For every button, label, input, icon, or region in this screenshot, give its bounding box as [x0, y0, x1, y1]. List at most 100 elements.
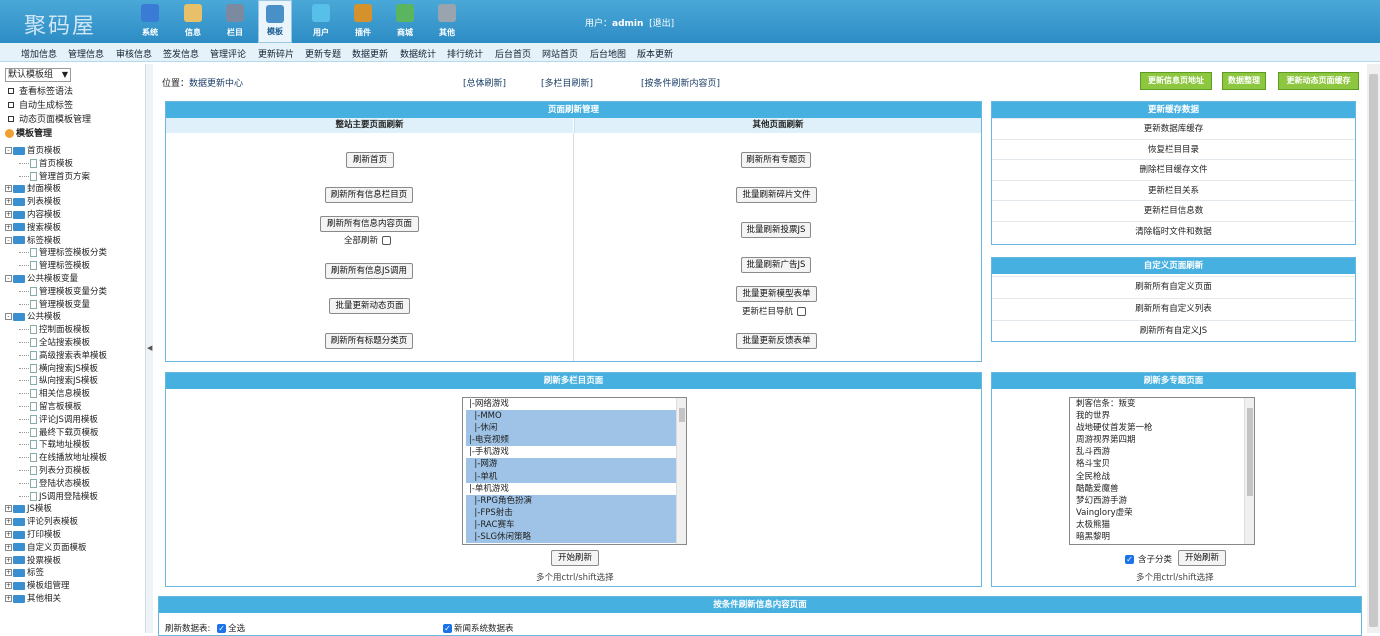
tree-item[interactable]: 全站搜索模板	[19, 336, 90, 348]
update-column-nav-checkbox[interactable]	[797, 307, 807, 316]
listbox-scrollbar[interactable]	[676, 398, 686, 544]
top-nav-3[interactable]: 模板	[258, 0, 292, 43]
tool-tag-syntax[interactable]: 查看标签语法	[8, 84, 73, 97]
column-option[interactable]: |-FPS射击	[466, 506, 686, 519]
batch-refresh-vote-js-button[interactable]: 批量刷新投票JS	[741, 222, 811, 238]
expand-icon[interactable]: +	[5, 531, 12, 538]
page-scrollbar[interactable]	[1367, 64, 1380, 633]
tree-item[interactable]: 纵向搜索JS模板	[19, 374, 98, 386]
batch-update-model-form-button[interactable]: 批量更新模型表单	[736, 286, 817, 302]
tree-item[interactable]: 管理模板变量分类	[19, 285, 107, 297]
menu-item[interactable]: 管理评论	[210, 47, 246, 60]
column-option[interactable]: |-单机	[466, 470, 686, 483]
custom-refresh-action[interactable]: 刷新所有自定义列表	[992, 298, 1355, 319]
column-option[interactable]: |-SLG休闲策略	[466, 531, 686, 544]
menu-item[interactable]: 增加信息	[21, 47, 57, 60]
expand-icon[interactable]: +	[5, 518, 12, 526]
include-sub-checkbox[interactable]: ✓	[1125, 555, 1134, 564]
cache-action[interactable]: 更新栏目关系	[992, 179, 1355, 201]
collapse-icon[interactable]: -	[5, 147, 12, 154]
tree-folder[interactable]: + 其他相关	[5, 592, 61, 604]
topic-option[interactable]: 暗黑黎明	[1073, 531, 1254, 543]
column-option[interactable]: |-RPG角色扮演	[466, 494, 686, 507]
column-listbox[interactable]: |-网络游戏 |-MMO |-休闲 |-电竞视频 |-手机游戏 |-网游 |-单机 |…	[462, 397, 687, 545]
tree-item[interactable]: 管理标签模板	[19, 259, 90, 271]
tree-folder[interactable]: - 首页模板	[5, 144, 61, 156]
refresh-home-button[interactable]: 刷新首页	[346, 152, 394, 168]
expand-icon[interactable]: +	[5, 185, 12, 193]
cache-action[interactable]: 更新栏目信息数	[992, 200, 1355, 221]
logout-link[interactable]: [退出]	[649, 19, 674, 29]
tree-folder[interactable]: + JS模板	[5, 502, 52, 514]
topic-option[interactable]: 我的世界	[1073, 410, 1254, 422]
batch-refresh-fragments-button[interactable]: 批量刷新碎片文件	[736, 187, 817, 203]
column-option[interactable]: |-网络游戏	[466, 398, 686, 410]
menu-item[interactable]: 审核信息	[116, 47, 152, 60]
topic-option[interactable]: 梦幻西游手游	[1073, 495, 1254, 507]
top-nav-2[interactable]: 栏目	[218, 0, 252, 43]
news-table-checkbox[interactable]: ✓	[443, 624, 452, 633]
expand-icon[interactable]: +	[5, 582, 12, 590]
news-table-row[interactable]: ✓ 新闻系统数据表	[443, 622, 514, 634]
topic-option[interactable]: 全民枪战	[1073, 471, 1254, 483]
menu-item[interactable]: 管理信息	[68, 47, 104, 60]
refresh-all-topics-button[interactable]: 刷新所有专题页	[741, 152, 811, 168]
collapse-icon[interactable]: -	[5, 313, 12, 321]
cache-action[interactable]: 清除临时文件和数据	[992, 220, 1355, 242]
custom-refresh-action[interactable]: 刷新所有自定义JS	[992, 320, 1355, 341]
link-multi-column-refresh[interactable]: [多栏目刷新]	[541, 76, 593, 89]
tree-folder[interactable]: + 投票模板	[5, 554, 61, 566]
expand-icon[interactable]: +	[5, 595, 12, 602]
topic-listbox[interactable]: 刺客信条：叛变 我的世界 战地硬仗首发第一枪 周游视界第四期 乱斗西游 格斗宝贝 全民枪战酷…	[1069, 397, 1255, 545]
breadcrumb-page[interactable]: 数据更新中心	[189, 79, 243, 89]
select-all-checkbox[interactable]: ✓	[217, 624, 227, 633]
tree-item[interactable]: 登陆状态模板	[19, 477, 90, 489]
top-nav-1[interactable]: 信息	[176, 0, 210, 43]
tree-folder[interactable]: + 内容模板	[5, 208, 61, 220]
tree-folder[interactable]: - 标签模板	[5, 234, 61, 246]
refresh-all-columns-button[interactable]: 刷新所有信息栏目页	[325, 187, 413, 203]
top-nav-7[interactable]: 其他	[430, 0, 464, 43]
update-dynamic-cache-button[interactable]: 更新动态页面缓存	[1278, 72, 1359, 90]
tree-item[interactable]: 在线播放地址模板	[19, 451, 107, 463]
link-condition-refresh[interactable]: [按条件刷新内容页]	[641, 76, 720, 89]
tree-item[interactable]: 下载地址模板	[19, 438, 90, 450]
tree-item[interactable]: 评论JS调用模板	[19, 413, 98, 425]
tree-folder[interactable]: + 自定义页面模板	[5, 541, 87, 553]
custom-refresh-action[interactable]: 刷新所有自定义页面	[992, 276, 1355, 297]
update-info-url-button[interactable]: 更新信息页地址	[1140, 72, 1212, 90]
menu-item[interactable]: 数据统计	[400, 47, 436, 60]
menu-item[interactable]: 排行统计	[447, 47, 483, 60]
tree-item[interactable]: 横向搜索JS模板	[19, 362, 98, 374]
topic-option[interactable]: 乱斗西游	[1073, 446, 1254, 458]
topic-option[interactable]: 战地硬仗首发第一枪	[1073, 422, 1254, 434]
tree-folder[interactable]: + 封面模板	[5, 182, 61, 194]
refresh-all-js-button[interactable]: 刷新所有信息JS调用	[325, 263, 413, 279]
scroll-thumb[interactable]	[1369, 74, 1378, 627]
collapse-icon[interactable]: -	[5, 236, 12, 244]
tree-item[interactable]: 控制面板模板	[19, 323, 90, 335]
menu-item[interactable]: 网站首页	[542, 47, 578, 60]
refresh-all-content-button[interactable]: 刷新所有信息内容页面	[320, 216, 419, 232]
expand-icon[interactable]: +	[5, 569, 12, 577]
tree-folder[interactable]: + 评论列表模板	[5, 515, 78, 527]
batch-refresh-ad-js-button[interactable]: 批量刷新广告JS	[741, 257, 811, 273]
refresh-all-checkbox[interactable]	[382, 236, 392, 245]
tree-item[interactable]: 留言板模板	[19, 400, 82, 412]
template-group-select[interactable]: 默认模板组 ▼	[5, 68, 71, 82]
topic-option[interactable]: 刺客信条：叛变	[1073, 398, 1254, 410]
expand-icon[interactable]: +	[5, 223, 12, 231]
expand-icon[interactable]: +	[5, 211, 12, 218]
menu-item[interactable]: 签发信息	[163, 47, 199, 60]
tree-item[interactable]: 管理标签模板分类	[19, 246, 107, 258]
topic-option[interactable]: 格斗宝贝	[1073, 458, 1254, 470]
tree-item[interactable]: 管理首页方案	[19, 170, 90, 182]
expand-icon[interactable]: +	[5, 543, 12, 551]
start-refresh-topics-button[interactable]: 开始刷新	[1178, 550, 1226, 566]
expand-icon[interactable]: +	[5, 505, 12, 513]
column-option[interactable]: |-手机游戏	[466, 446, 686, 458]
column-option[interactable]: |-网游	[466, 458, 686, 471]
tree-folder[interactable]: + 搜索模板	[5, 221, 61, 233]
top-nav-5[interactable]: 插件	[346, 0, 380, 43]
tree-item[interactable]: 列表分页模板	[19, 464, 90, 476]
